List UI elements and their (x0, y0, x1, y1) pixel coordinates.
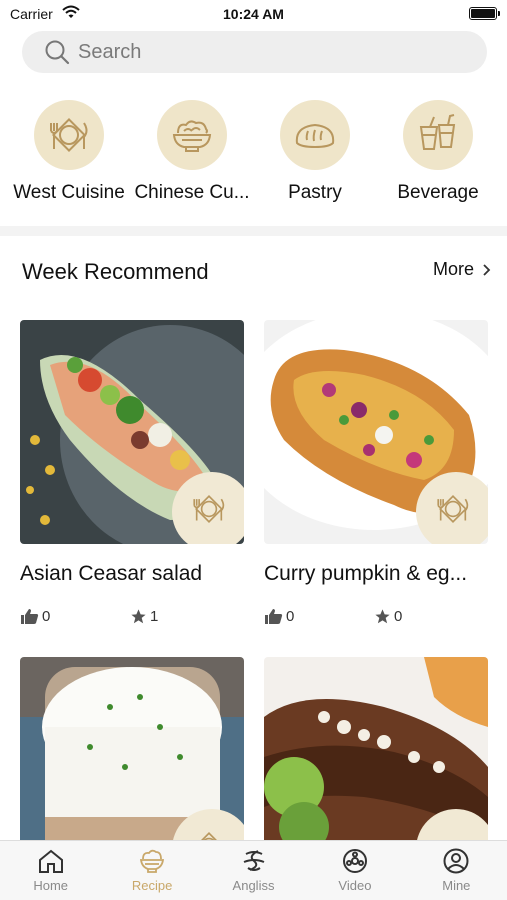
drinks-icon (403, 100, 473, 170)
category-label: Chinese Cu... (134, 182, 250, 203)
plate-fork-knife-icon (416, 472, 488, 544)
battery-icon (469, 7, 500, 20)
more-label: More (432, 259, 474, 279)
tab-bar: Home Recipe Angliss Video Mine (0, 840, 507, 900)
category-row: West Cuisine Chinese Cu... Pastry Bevera… (0, 100, 507, 215)
recipe-stats: 0 0 (264, 606, 488, 626)
like-count: 0 (286, 607, 295, 625)
recipe-image[interactable] (20, 320, 244, 544)
star-icon (131, 608, 146, 623)
bowl-icon (157, 100, 227, 170)
recipe-stats: 0 1 (20, 606, 244, 626)
recipe-title: Asian Ceasar salad (20, 562, 203, 585)
tab-angliss[interactable]: Angliss (203, 841, 304, 900)
bread-icon (280, 100, 350, 170)
tab-label: Recipe (131, 878, 173, 893)
section-divider (0, 226, 507, 236)
video-reel-icon (342, 849, 367, 873)
bowl-icon (140, 849, 165, 873)
more-link[interactable]: More (433, 259, 491, 280)
star-stat[interactable]: 0 (374, 608, 402, 625)
plate-fork-knife-icon (172, 472, 244, 544)
category-label: Beverage (397, 182, 479, 203)
star-icon (375, 608, 390, 623)
category-label: Pastry (288, 182, 342, 203)
chevron-right-icon (483, 263, 491, 276)
star-stat[interactable]: 1 (130, 608, 158, 625)
section-title: Week Recommend (22, 259, 209, 284)
home-icon (38, 849, 63, 873)
status-bar: Carrier 10:24 AM (0, 0, 507, 30)
thumbs-up-icon (21, 608, 39, 624)
like-count: 0 (42, 607, 51, 625)
category-chinese-cuisine[interactable]: Chinese Cu... (130, 100, 254, 204)
tab-recipe[interactable]: Recipe (101, 841, 202, 900)
tab-label: Angliss (232, 878, 275, 893)
angliss-logo-icon (243, 850, 264, 871)
recipe-title: Curry pumpkin & eg... (264, 562, 468, 585)
status-time: 10:24 AM (223, 6, 284, 22)
category-label: West Cuisine (13, 182, 125, 203)
tab-home[interactable]: Home (0, 841, 101, 900)
recipe-card[interactable]: Asian Ceasar salad 0 1 (20, 320, 244, 626)
star-count: 1 (150, 607, 159, 625)
search-input[interactable] (78, 40, 458, 64)
tab-label: Mine (442, 878, 471, 893)
category-beverage[interactable]: Beverage (376, 100, 500, 204)
recipe-card[interactable]: Curry pumpkin & eg... 0 0 (264, 320, 488, 626)
category-west-cuisine[interactable]: West Cuisine (7, 100, 131, 204)
recipe-image[interactable] (264, 320, 488, 544)
search-bar[interactable] (22, 31, 487, 73)
tab-label: Home (33, 878, 69, 893)
like-stat[interactable]: 0 (20, 608, 130, 625)
user-icon (443, 848, 469, 874)
category-pastry[interactable]: Pastry (253, 100, 377, 204)
search-icon (45, 40, 70, 65)
tab-label: Video (338, 878, 372, 893)
like-stat[interactable]: 0 (264, 608, 374, 625)
star-count: 0 (394, 607, 403, 625)
tab-video[interactable]: Video (304, 841, 405, 900)
plate-fork-knife-icon (34, 100, 104, 170)
thumbs-up-icon (265, 608, 283, 624)
tab-mine[interactable]: Mine (406, 841, 507, 900)
